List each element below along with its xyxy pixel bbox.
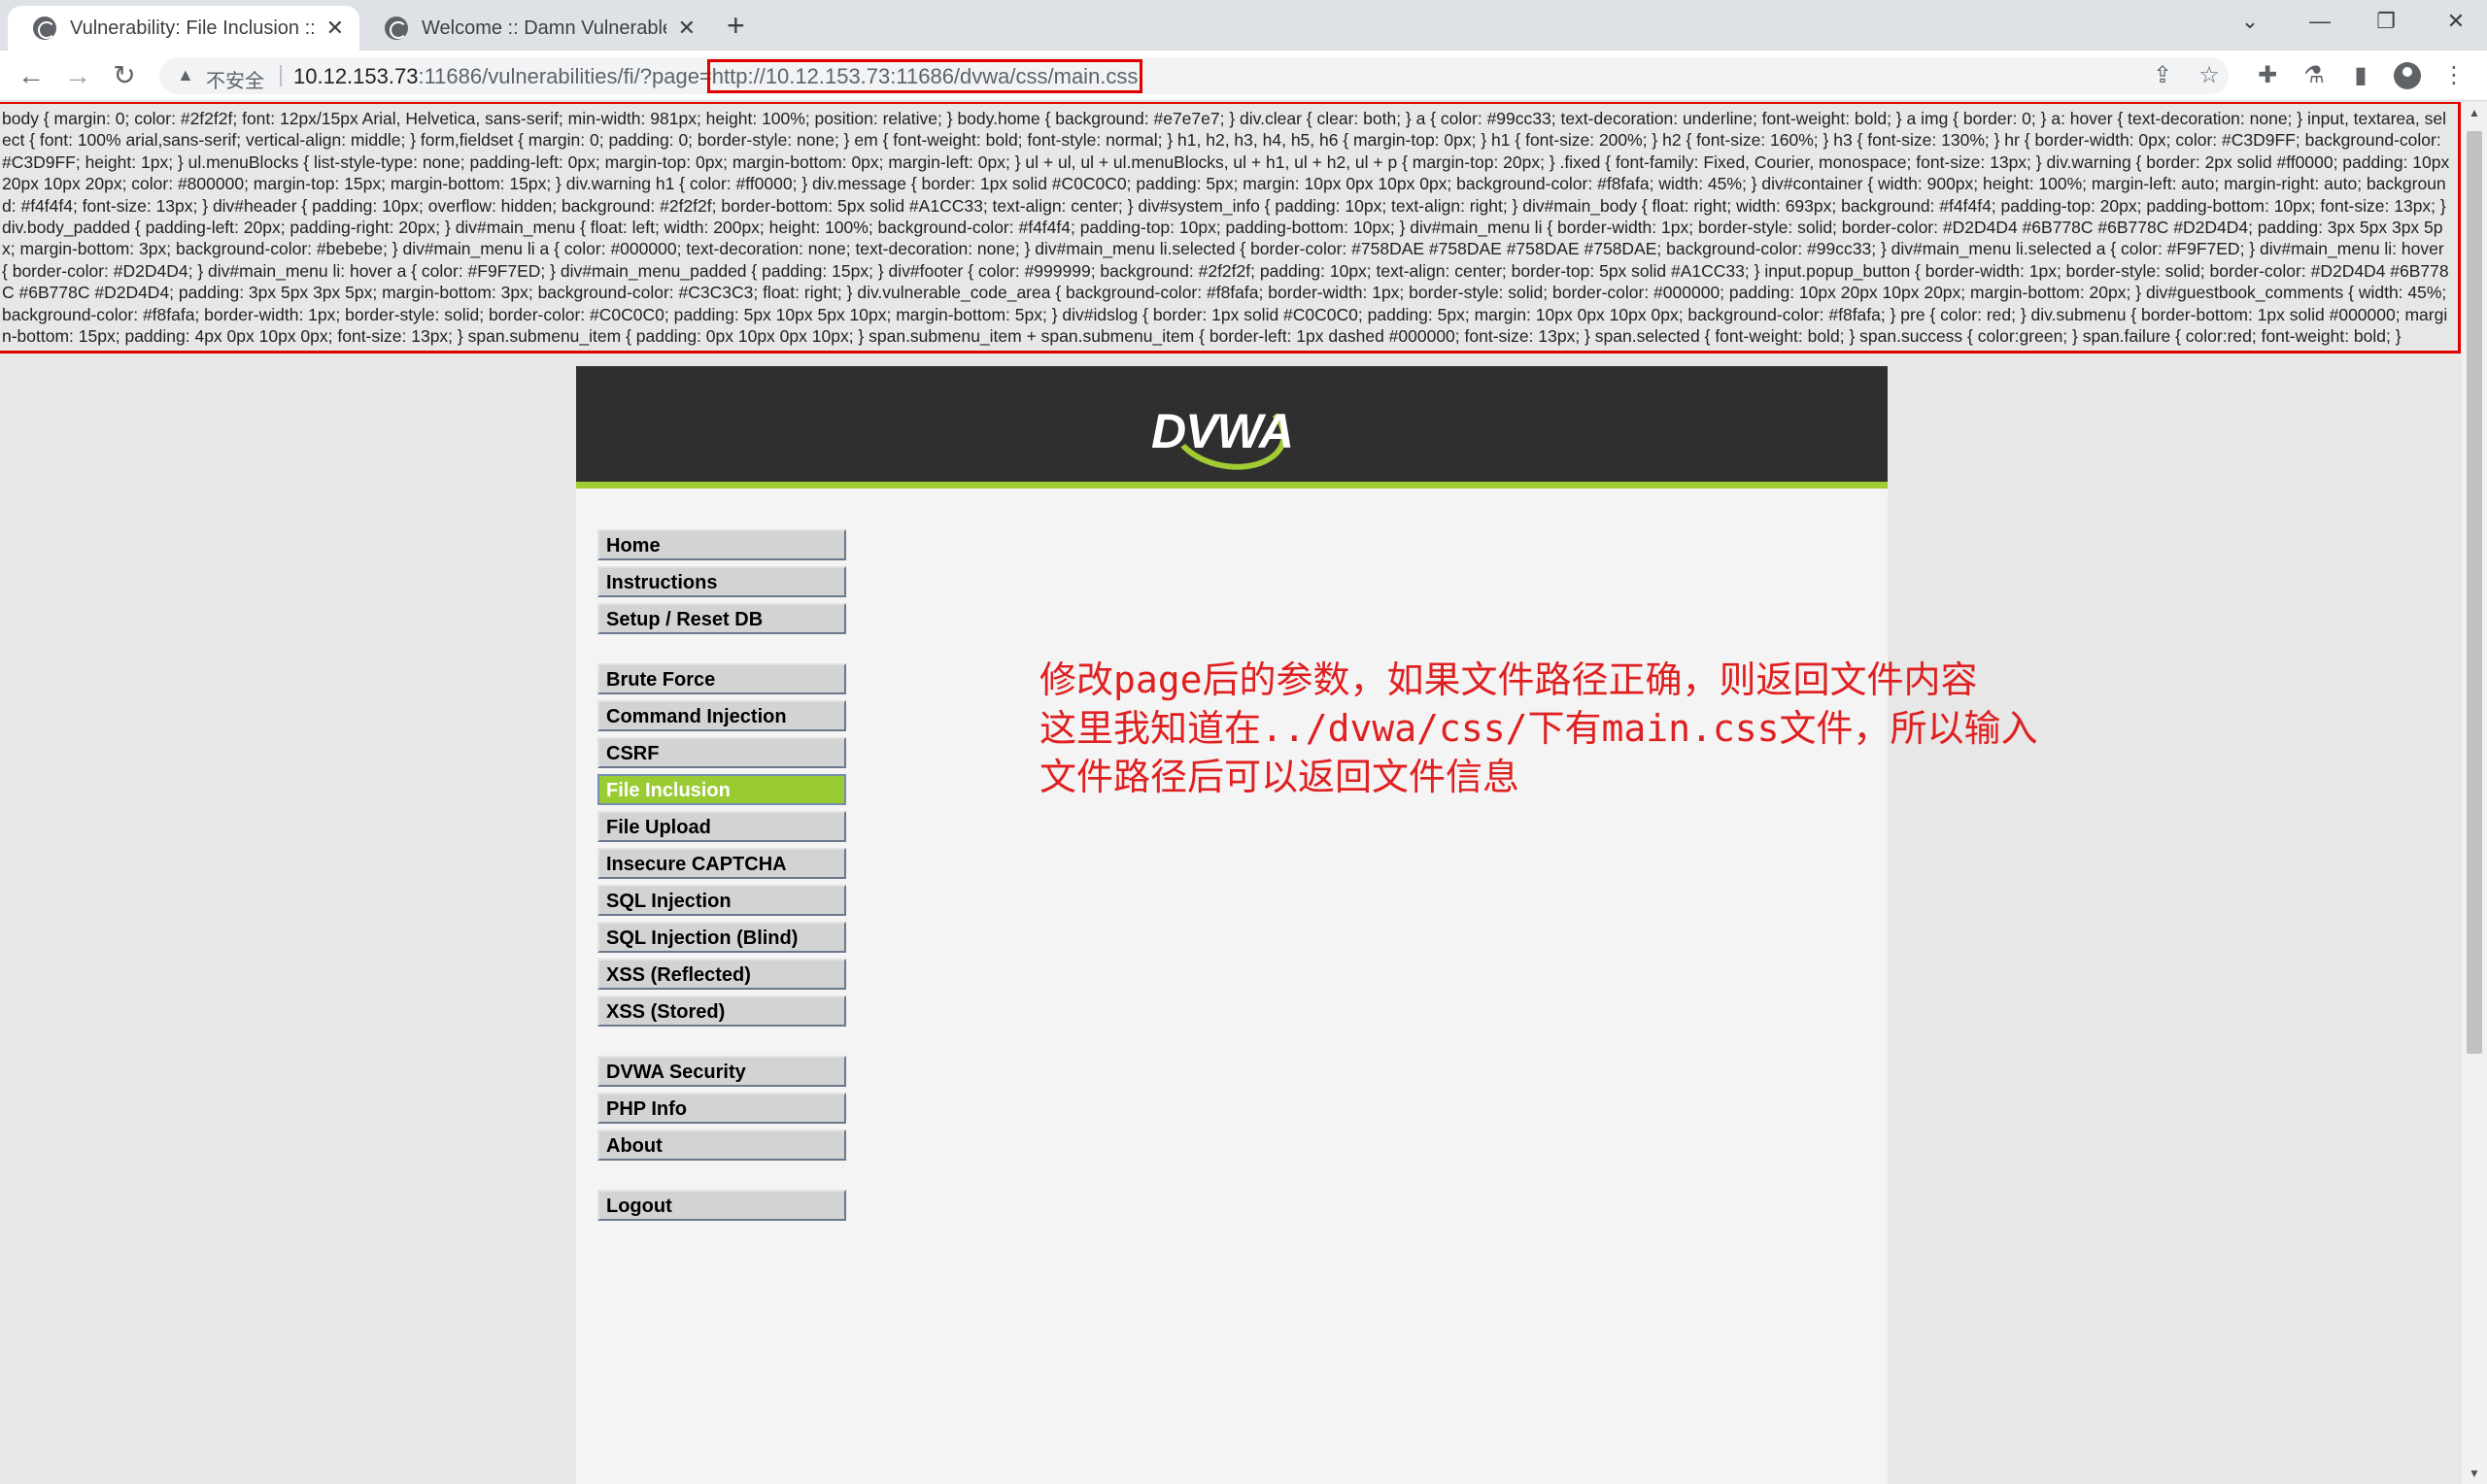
dvwa-container: DVWA Home Instructions Setup / Reset DB … (576, 366, 1888, 1484)
page-viewport: body { margin: 0; color: #2f2f2f; font: … (0, 102, 2462, 1484)
sidebar-icon[interactable]: ▮ (2345, 60, 2376, 91)
url-text[interactable]: 10.12.153.73:11686/vulnerabilities/fi/?p… (293, 59, 1143, 93)
window-close-icon[interactable]: ✕ (2436, 4, 2475, 39)
menu-item-xss-stored[interactable]: XSS (Stored) (597, 995, 846, 1027)
tab-title: Vulnerability: File Inclusion :: D (70, 17, 315, 39)
menu-item-csrf[interactable]: CSRF (597, 737, 846, 768)
menu-item-sql-injection[interactable]: SQL Injection (597, 885, 846, 916)
extensions-icon[interactable]: ✚ (2252, 60, 2283, 91)
reload-icon[interactable]: ↻ (107, 58, 142, 93)
menu-group-vulnerabilities: Brute Force Command Injection CSRF File … (597, 663, 846, 1027)
avatar (2394, 62, 2421, 89)
menu-item-file-inclusion[interactable]: File Inclusion (597, 774, 846, 805)
tab-title: Welcome :: Damn Vulnerable V (422, 17, 666, 39)
tab-welcome[interactable]: Welcome :: Damn Vulnerable V ✕ (359, 6, 711, 51)
url-page-param: http://10.12.153.73:11686/dvwa/css/main.… (706, 59, 1143, 93)
minimize-icon[interactable]: — (2300, 4, 2339, 39)
warning-icon[interactable]: ▲ (177, 65, 194, 85)
profile-icon[interactable] (2392, 60, 2423, 91)
url-host: 10.12.153.73 (293, 64, 419, 88)
star-icon[interactable]: ☆ (2194, 60, 2225, 91)
scroll-up-icon[interactable]: ▲ (2462, 106, 2487, 119)
menu-group-general: Home Instructions Setup / Reset DB (597, 529, 846, 634)
share-icon[interactable]: ⇪ (2147, 60, 2178, 91)
logo-text: DVWA (1151, 404, 1294, 458)
menu-item-xss-reflected[interactable]: XSS (Reflected) (597, 959, 846, 990)
menu-group-meta: DVWA Security PHP Info About (597, 1056, 846, 1161)
annotation-line: 文件路径后可以返回文件信息 (1039, 756, 1520, 798)
page-scrollbar[interactable]: ▲ ▼ (2462, 102, 2487, 1484)
tab-strip: Vulnerability: File Inclusion :: D ✕ Wel… (0, 0, 2487, 51)
menu-item-sql-injection-blind[interactable]: SQL Injection (Blind) (597, 922, 846, 953)
address-bar[interactable]: ▲ 不安全 10.12.153.73:11686/vulnerabilities… (159, 57, 2229, 94)
annotation-note: 修改page后的参数，如果文件路径正确，则返回文件内容 这里我知道在../dvw… (1039, 656, 2038, 801)
menu-item-insecure-captcha[interactable]: Insecure CAPTCHA (597, 848, 846, 879)
tab-search-icon[interactable]: ⌄ (2231, 4, 2269, 39)
main-menu: Home Instructions Setup / Reset DB Brute… (597, 529, 846, 1250)
dvwa-logo: DVWA (1151, 382, 1307, 479)
restore-icon[interactable]: ❐ (2367, 4, 2405, 39)
lab-icon[interactable]: ⚗ (2299, 60, 2330, 91)
tab-file-inclusion[interactable]: Vulnerability: File Inclusion :: D ✕ (8, 6, 359, 51)
scrollbar-thumb[interactable] (2467, 131, 2482, 1054)
close-icon[interactable]: ✕ (678, 16, 696, 41)
menu-item-setup[interactable]: Setup / Reset DB (597, 603, 846, 634)
menu-icon[interactable]: ⋮ (2438, 60, 2470, 91)
menu-item-about[interactable]: About (597, 1130, 846, 1161)
menu-item-home[interactable]: Home (597, 529, 846, 560)
back-icon[interactable]: ← (14, 58, 49, 93)
menu-item-command-injection[interactable]: Command Injection (597, 700, 846, 731)
browser-toolbar: ← → ↻ ▲ 不安全 10.12.153.73:11686/vulnerabi… (0, 51, 2487, 101)
menu-item-php-info[interactable]: PHP Info (597, 1093, 846, 1124)
dvwa-favicon-icon (385, 17, 408, 40)
annotation-line: 这里我知道在../dvwa/css/下有main.css文件，所以输入 (1039, 707, 2038, 750)
css-file-contents: body { margin: 0; color: #2f2f2f; font: … (0, 102, 2461, 354)
menu-item-file-upload[interactable]: File Upload (597, 811, 846, 842)
dvwa-favicon-icon (33, 17, 56, 40)
menu-item-brute-force[interactable]: Brute Force (597, 663, 846, 694)
menu-group-logout: Logout (597, 1190, 846, 1221)
separator (280, 65, 282, 86)
url-path: :11686/vulnerabilities/fi/?page= (418, 64, 712, 88)
menu-item-logout[interactable]: Logout (597, 1190, 846, 1221)
scroll-down-icon[interactable]: ▼ (2462, 1467, 2487, 1480)
menu-item-dvwa-security[interactable]: DVWA Security (597, 1056, 846, 1087)
menu-item-instructions[interactable]: Instructions (597, 566, 846, 597)
not-secure-label[interactable]: 不安全 (206, 65, 264, 93)
annotation-line: 修改page后的参数，如果文件路径正确，则返回文件内容 (1039, 658, 1978, 701)
new-tab-button[interactable]: + (727, 8, 745, 43)
close-icon[interactable]: ✕ (326, 16, 344, 41)
forward-icon[interactable]: → (60, 58, 95, 93)
dvwa-header: DVWA (576, 366, 1888, 489)
